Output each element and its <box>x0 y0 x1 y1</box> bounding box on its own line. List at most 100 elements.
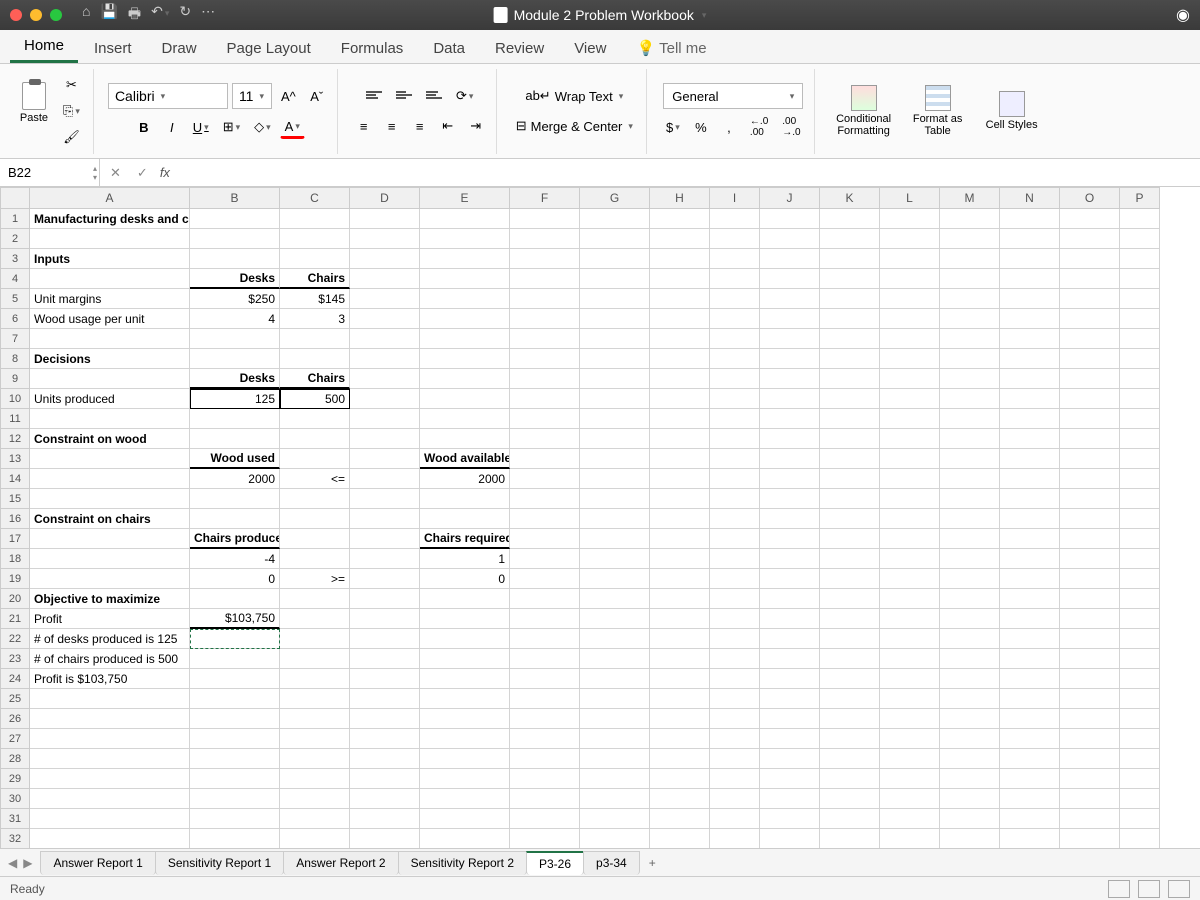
cell-O4[interactable] <box>1060 269 1120 289</box>
cell-P28[interactable] <box>1120 749 1160 769</box>
column-header-H[interactable]: H <box>650 187 710 209</box>
cell-M15[interactable] <box>940 489 1000 509</box>
cell-I23[interactable] <box>710 649 760 669</box>
cell-B31[interactable] <box>190 809 280 829</box>
cell-B3[interactable] <box>190 249 280 269</box>
row-header-29[interactable]: 29 <box>0 769 30 789</box>
cell-K24[interactable] <box>820 669 880 689</box>
cell-F3[interactable] <box>510 249 580 269</box>
cell-F11[interactable] <box>510 409 580 429</box>
cell-I8[interactable] <box>710 349 760 369</box>
cell-I26[interactable] <box>710 709 760 729</box>
row-header-4[interactable]: 4 <box>0 269 30 289</box>
column-header-D[interactable]: D <box>350 187 420 209</box>
cell-D8[interactable] <box>350 349 420 369</box>
cell-A23[interactable]: # of chairs produced is 500 <box>30 649 190 669</box>
cell-P24[interactable] <box>1120 669 1160 689</box>
cell-C27[interactable] <box>280 729 350 749</box>
cell-I31[interactable] <box>710 809 760 829</box>
cell-O17[interactable] <box>1060 529 1120 549</box>
cell-C12[interactable] <box>280 429 350 449</box>
row-header-27[interactable]: 27 <box>0 729 30 749</box>
cell-N25[interactable] <box>1000 689 1060 709</box>
cell-F8[interactable] <box>510 349 580 369</box>
cell-E32[interactable] <box>420 829 510 848</box>
cell-A24[interactable]: Profit is $103,750 <box>30 669 190 689</box>
cell-K7[interactable] <box>820 329 880 349</box>
cell-F24[interactable] <box>510 669 580 689</box>
cell-F27[interactable] <box>510 729 580 749</box>
cell-H16[interactable] <box>650 509 710 529</box>
cell-H20[interactable] <box>650 589 710 609</box>
cell-J21[interactable] <box>760 609 820 629</box>
cell-H26[interactable] <box>650 709 710 729</box>
cell-D29[interactable] <box>350 769 420 789</box>
cell-F29[interactable] <box>510 769 580 789</box>
cell-C10[interactable]: 500 <box>280 389 350 409</box>
cell-E20[interactable] <box>420 589 510 609</box>
cell-I7[interactable] <box>710 329 760 349</box>
cell-P4[interactable] <box>1120 269 1160 289</box>
cell-O3[interactable] <box>1060 249 1120 269</box>
cell-G23[interactable] <box>580 649 650 669</box>
cell-N22[interactable] <box>1000 629 1060 649</box>
cell-H32[interactable] <box>650 829 710 848</box>
cell-P18[interactable] <box>1120 549 1160 569</box>
row-header-32[interactable]: 32 <box>0 829 30 848</box>
cell-B21[interactable]: $103,750 <box>190 609 280 629</box>
cell-P29[interactable] <box>1120 769 1160 789</box>
orientation-button[interactable]: ⟳▾ <box>451 84 478 108</box>
cell-H23[interactable] <box>650 649 710 669</box>
cell-O15[interactable] <box>1060 489 1120 509</box>
cell-N9[interactable] <box>1000 369 1060 389</box>
fill-color-button[interactable]: ◇▾ <box>249 115 276 139</box>
cell-A1[interactable]: Manufacturing desks and chairs <box>30 209 190 229</box>
cell-K30[interactable] <box>820 789 880 809</box>
cell-C20[interactable] <box>280 589 350 609</box>
cell-A5[interactable]: Unit margins <box>30 289 190 309</box>
cell-F1[interactable] <box>510 209 580 229</box>
cell-N11[interactable] <box>1000 409 1060 429</box>
cell-N14[interactable] <box>1000 469 1060 489</box>
cell-G22[interactable] <box>580 629 650 649</box>
cell-I2[interactable] <box>710 229 760 249</box>
column-header-I[interactable]: I <box>710 187 760 209</box>
cell-E4[interactable] <box>420 269 510 289</box>
cell-O5[interactable] <box>1060 289 1120 309</box>
cell-B28[interactable] <box>190 749 280 769</box>
cell-F18[interactable] <box>510 549 580 569</box>
cell-N18[interactable] <box>1000 549 1060 569</box>
cell-E5[interactable] <box>420 289 510 309</box>
cell-O8[interactable] <box>1060 349 1120 369</box>
cell-H6[interactable] <box>650 309 710 329</box>
align-bottom-button[interactable] <box>421 84 447 108</box>
cell-B5[interactable]: $250 <box>190 289 280 309</box>
row-header-25[interactable]: 25 <box>0 689 30 709</box>
cell-N26[interactable] <box>1000 709 1060 729</box>
tell-me-search[interactable]: 💡 Tell me <box>622 33 720 63</box>
row-header-15[interactable]: 15 <box>0 489 30 509</box>
cell-O23[interactable] <box>1060 649 1120 669</box>
cell-E15[interactable] <box>420 489 510 509</box>
row-header-22[interactable]: 22 <box>0 629 30 649</box>
cell-P20[interactable] <box>1120 589 1160 609</box>
record-icon[interactable]: ◉ <box>1176 5 1190 25</box>
cell-J4[interactable] <box>760 269 820 289</box>
borders-button[interactable]: ⊞▾ <box>218 115 245 139</box>
cell-N21[interactable] <box>1000 609 1060 629</box>
cell-C14[interactable]: <= <box>280 469 350 489</box>
row-header-5[interactable]: 5 <box>0 289 30 309</box>
cell-L24[interactable] <box>880 669 940 689</box>
column-header-A[interactable]: A <box>30 187 190 209</box>
cell-N8[interactable] <box>1000 349 1060 369</box>
column-header-F[interactable]: F <box>510 187 580 209</box>
cell-J9[interactable] <box>760 369 820 389</box>
cell-N24[interactable] <box>1000 669 1060 689</box>
cell-D30[interactable] <box>350 789 420 809</box>
cell-L19[interactable] <box>880 569 940 589</box>
cell-O16[interactable] <box>1060 509 1120 529</box>
close-window-button[interactable] <box>10 9 22 21</box>
cell-L17[interactable] <box>880 529 940 549</box>
cell-N19[interactable] <box>1000 569 1060 589</box>
cell-F9[interactable] <box>510 369 580 389</box>
